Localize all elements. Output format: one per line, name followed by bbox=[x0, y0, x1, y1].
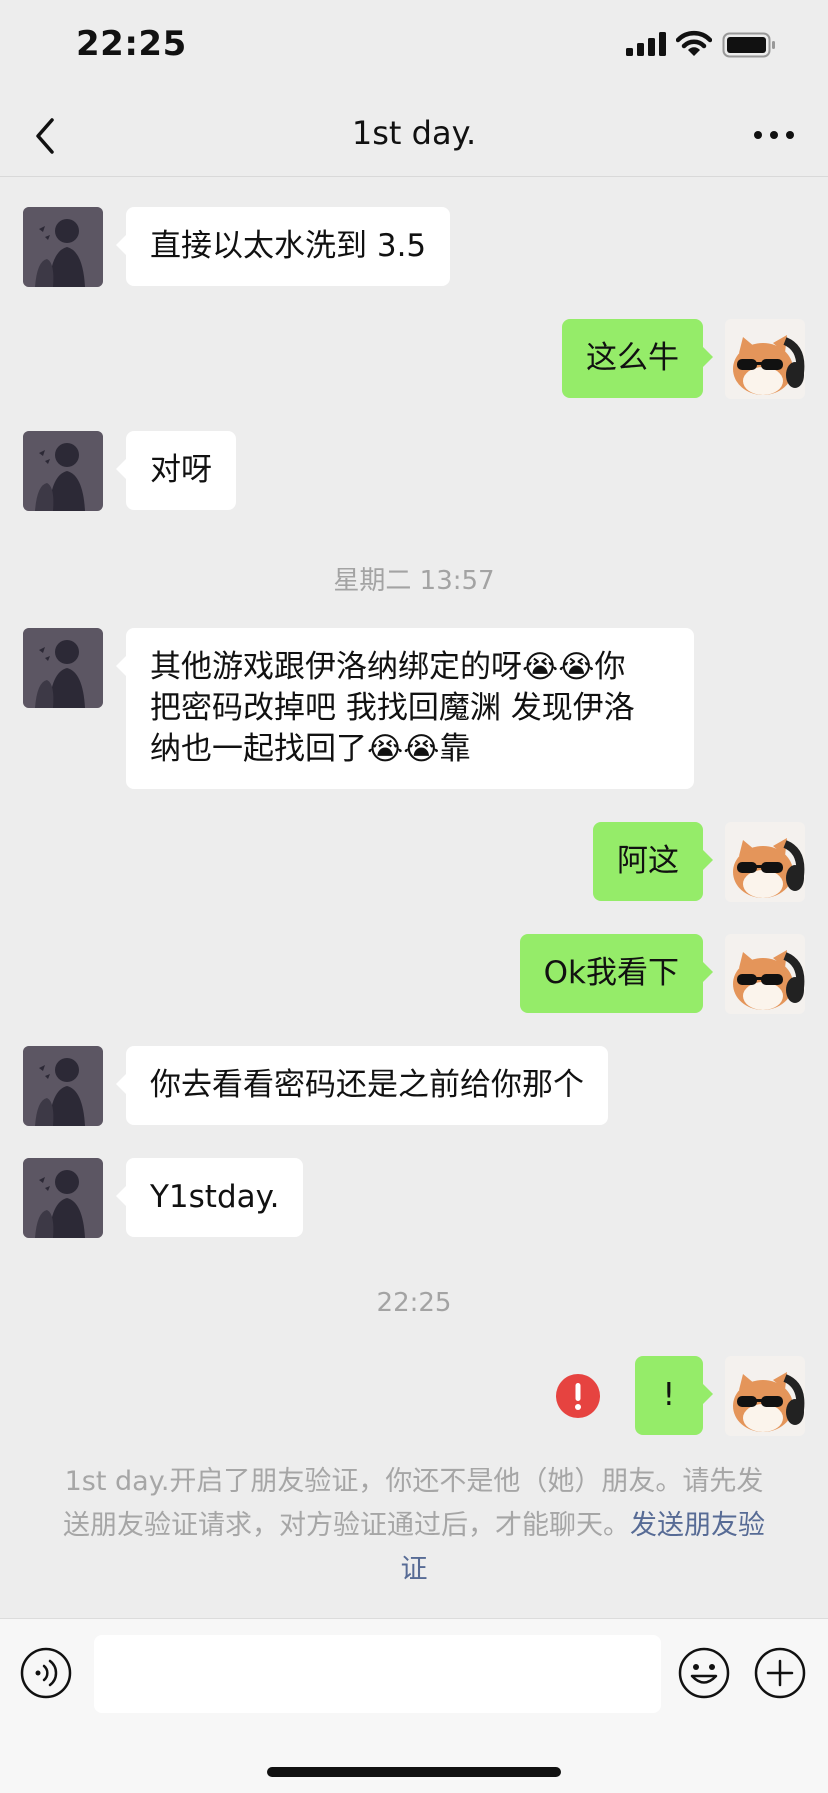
contact-avatar[interactable] bbox=[23, 431, 103, 511]
contact-avatar[interactable] bbox=[23, 1046, 103, 1126]
incoming-message-bubble[interactable]: 直接以太水洗到 3.5 bbox=[115, 207, 451, 286]
status-bar: 22:25 bbox=[0, 0, 828, 96]
home-indicator bbox=[267, 1767, 561, 1777]
incoming-message-bubble[interactable]: 你去看看密码还是之前给你那个 bbox=[116, 1046, 608, 1125]
user-avatar[interactable] bbox=[725, 319, 805, 399]
signal-icon bbox=[626, 32, 666, 56]
nav-bar: 1st day. bbox=[0, 96, 828, 177]
ellipsis-icon[interactable] bbox=[752, 120, 796, 150]
user-avatar[interactable] bbox=[725, 822, 805, 902]
send-failed-icon[interactable] bbox=[556, 1374, 600, 1418]
input-bar bbox=[0, 1618, 828, 1793]
friend-verification-notice: 1st day.开启了朋友验证，你还不是他（她）朋友。请先发送朋友验证请求，对方… bbox=[60, 1460, 768, 1592]
outgoing-message-bubble[interactable]: 这么牛 bbox=[562, 319, 713, 398]
contact-avatar[interactable] bbox=[23, 1158, 103, 1238]
incoming-message-bubble[interactable]: 对呀 bbox=[116, 431, 236, 510]
plus-icon[interactable] bbox=[754, 1647, 806, 1699]
message-input[interactable] bbox=[94, 1635, 661, 1713]
chat-title: 1st day. bbox=[351, 114, 477, 152]
outgoing-message-bubble[interactable]: ! bbox=[634, 1356, 714, 1435]
outgoing-message-bubble[interactable]: Ok我看下 bbox=[519, 934, 714, 1013]
contact-avatar[interactable] bbox=[23, 628, 103, 708]
message-line: 其他游戏跟伊洛纳绑定的呀😭😭你 bbox=[150, 649, 626, 685]
message-line: 把密码改掉吧 我找回魔渊 发现伊洛 bbox=[150, 690, 635, 726]
message-timestamp: 星期二 13:57 bbox=[333, 566, 495, 596]
user-avatar[interactable] bbox=[725, 934, 805, 1014]
message-timestamp: 22:25 bbox=[376, 1288, 452, 1318]
emoji-icon[interactable] bbox=[678, 1647, 730, 1699]
incoming-message-bubble[interactable]: 其他游戏跟伊洛纳绑定的呀😭😭你 把密码改掉吧 我找回魔渊 发现伊洛 纳也一起找回… bbox=[116, 628, 694, 789]
contact-avatar[interactable] bbox=[23, 207, 103, 287]
message-line: 纳也一起找回了😭😭靠 bbox=[150, 731, 471, 767]
status-time: 22:25 bbox=[76, 24, 187, 64]
battery-icon bbox=[722, 32, 775, 58]
wifi-icon bbox=[676, 30, 712, 56]
user-avatar[interactable] bbox=[725, 1356, 805, 1436]
incoming-message-bubble[interactable]: Y1stday. bbox=[115, 1158, 304, 1237]
outgoing-message-bubble[interactable]: 阿这 bbox=[593, 822, 713, 901]
voice-icon[interactable] bbox=[20, 1647, 72, 1699]
